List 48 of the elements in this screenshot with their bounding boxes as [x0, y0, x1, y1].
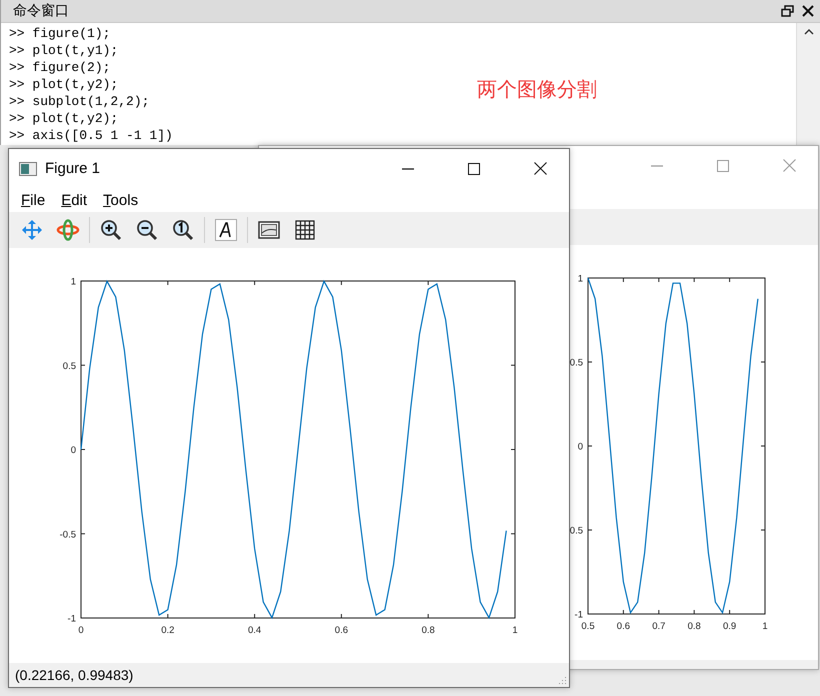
scroll-up-icon[interactable]: [804, 29, 814, 35]
menu-item[interactable]: File: [13, 192, 54, 208]
tick-label: 0.9: [723, 621, 736, 632]
minimize-icon: [651, 164, 663, 166]
tick-label: 0.5: [570, 358, 583, 368]
tick-label: 0.5: [581, 621, 595, 632]
tick-label: -0.5: [60, 529, 76, 540]
tick-label: 0.7: [652, 621, 666, 632]
resize-grip-icon[interactable]: [558, 676, 567, 685]
command-line: >> subplot(1,2,2);: [9, 93, 150, 110]
tick-label: 0.8: [688, 621, 701, 632]
command-line: >> figure(1);: [9, 25, 110, 42]
close-icon[interactable]: [802, 5, 814, 17]
command-line: >> figure(2);: [9, 59, 110, 76]
tick-label: 1: [512, 625, 518, 636]
undock-icon[interactable]: [781, 5, 794, 17]
tick-label: -1: [68, 614, 76, 624]
tick-label: 0.4: [248, 625, 262, 636]
command-line: >> axis([0.5 1 -1 1]): [9, 127, 173, 144]
scrollbar[interactable]: [796, 23, 820, 145]
maximize-icon: [717, 160, 729, 172]
annotation-text: 两个图像分割: [477, 76, 597, 103]
tick-label: 1: [762, 621, 768, 632]
close-icon: [782, 159, 796, 172]
tick-label: 0.2: [161, 625, 174, 636]
tick-label: -1: [574, 610, 583, 620]
tick-label: 0.5: [570, 526, 583, 536]
minimize-icon: [402, 168, 414, 170]
tick-label: 0: [70, 445, 76, 456]
tick-label: 0: [578, 442, 583, 452]
cursor-coordinates: (0.22166, 0.99483): [15, 667, 134, 683]
command-line: >> plot(t,y2);: [9, 110, 118, 127]
tick-label: 1: [70, 276, 76, 288]
window-title: Figure 1: [45, 160, 102, 177]
close-icon: [534, 162, 546, 175]
figure-window-icon: [19, 162, 37, 176]
menu-item[interactable]: Tools: [95, 192, 146, 208]
maximize-icon: [468, 162, 480, 174]
tick-label: 0: [78, 625, 84, 636]
tick-label: 0.5: [62, 360, 76, 372]
tick-label: 1: [578, 274, 583, 284]
tick-label: 0.8: [422, 625, 435, 636]
command-line: >> plot(t,y1);: [9, 42, 118, 59]
tick-label: 0.6: [334, 625, 348, 636]
panel-title: 命令窗口: [13, 2, 70, 20]
menu-item[interactable]: Edit: [53, 192, 96, 208]
command-line: >> plot(t,y2);: [9, 76, 118, 93]
tick-label: 0.6: [616, 621, 630, 632]
